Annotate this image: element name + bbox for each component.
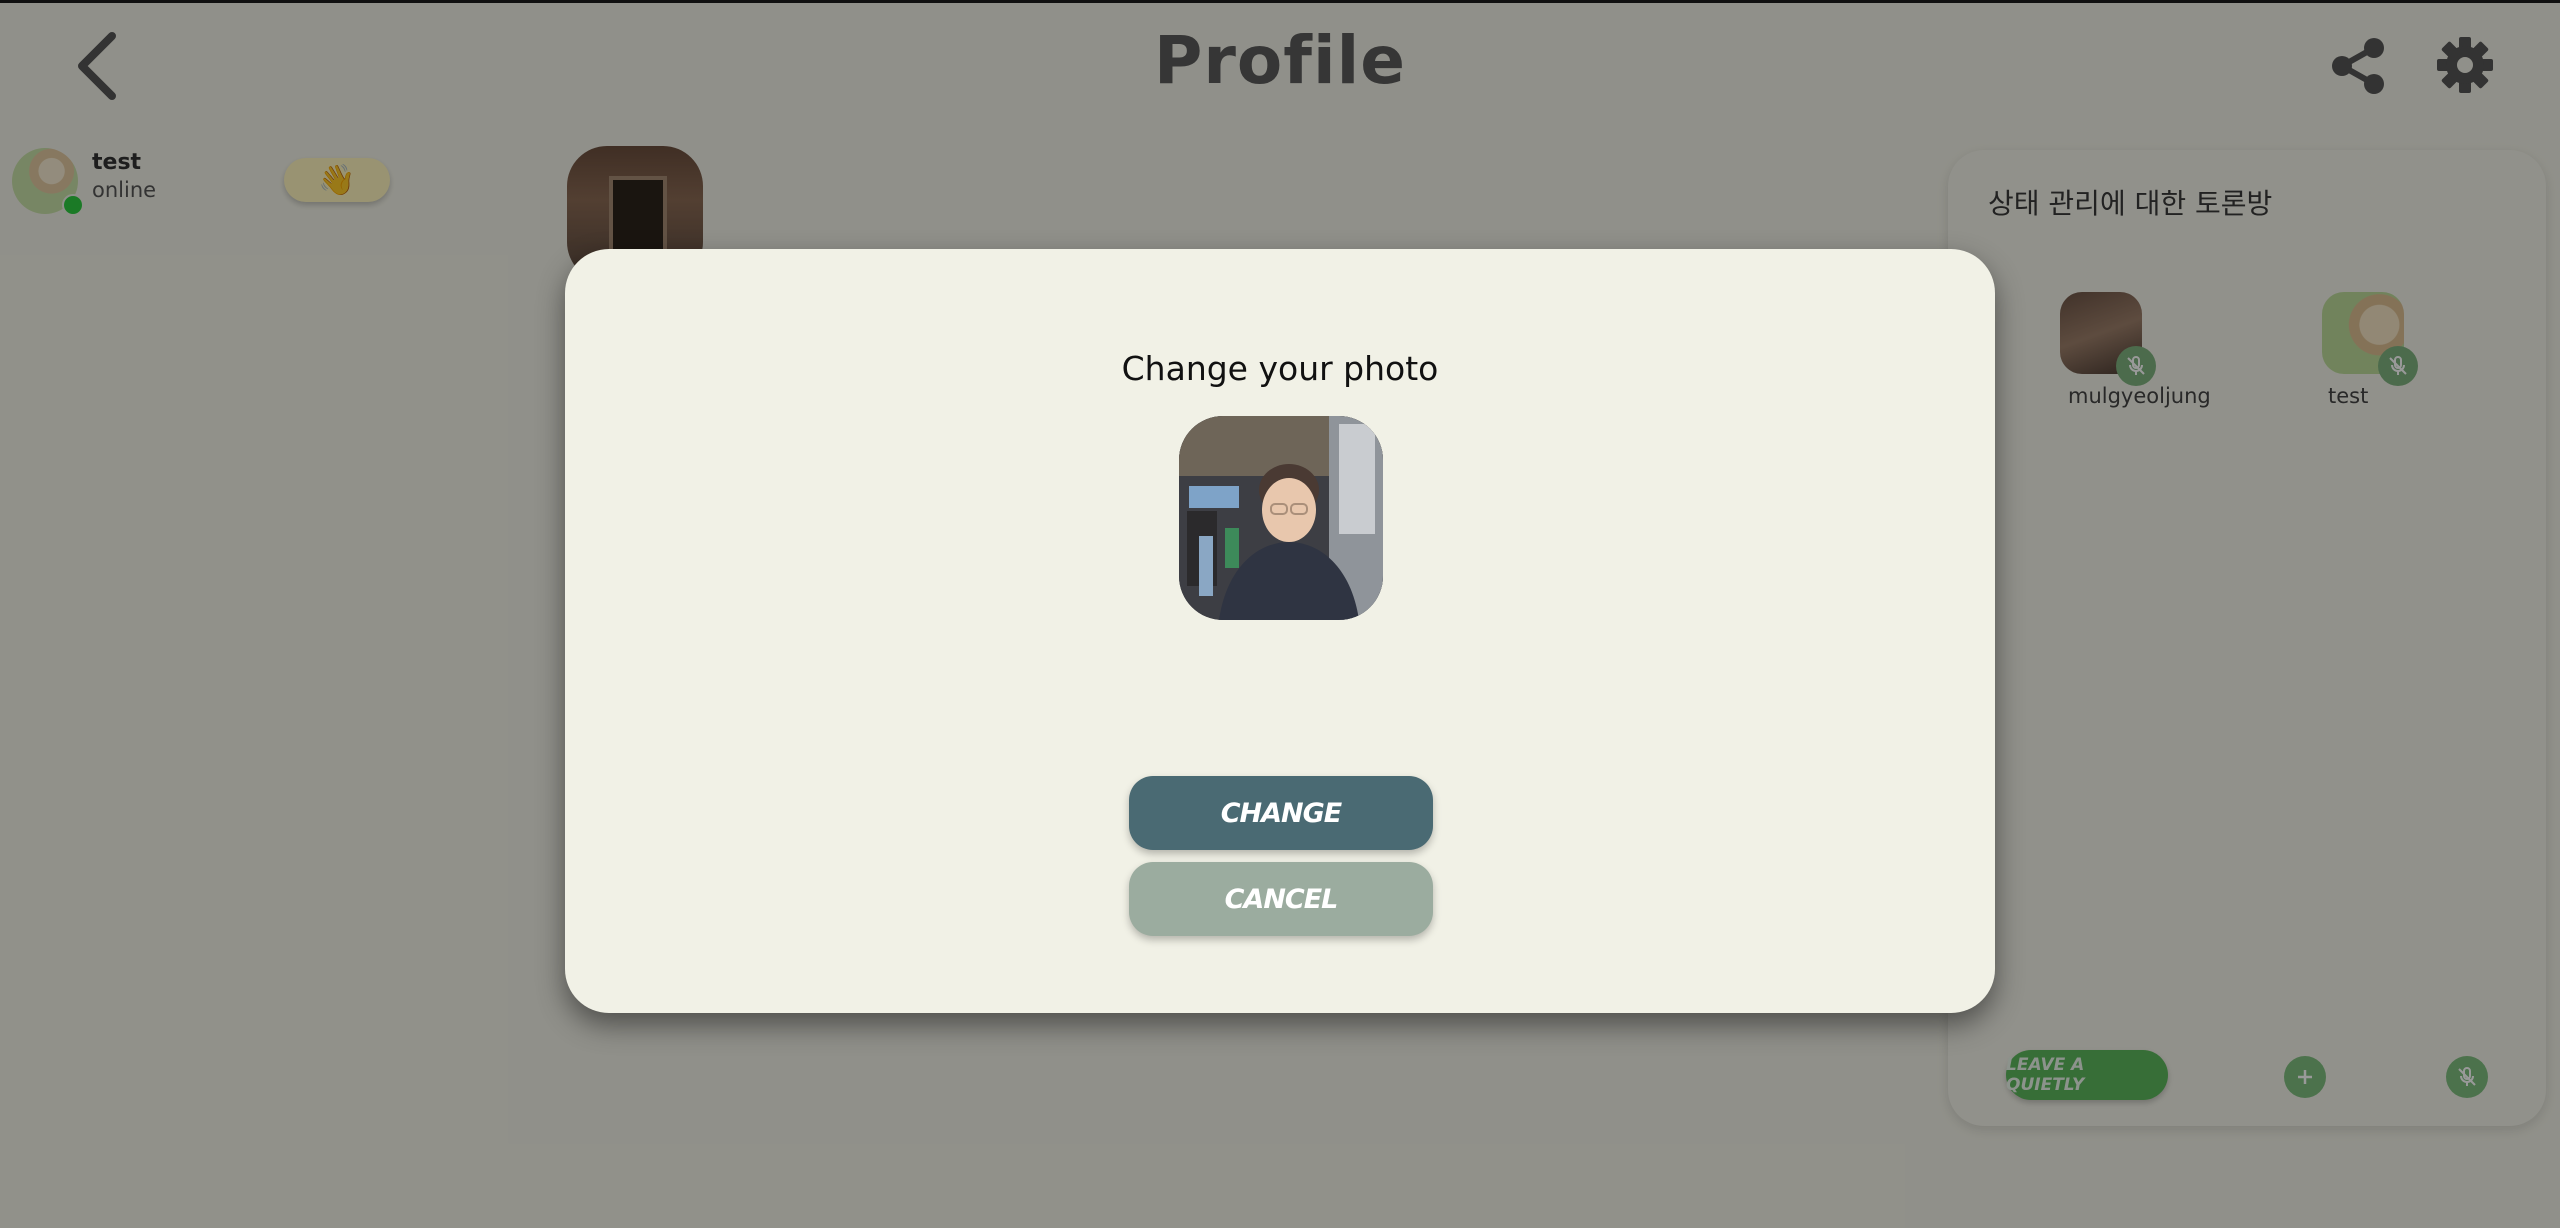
- cancel-button[interactable]: CANCEL: [1129, 862, 1433, 936]
- dialog-title: Change your photo: [1121, 349, 1439, 388]
- change-button[interactable]: CHANGE: [1129, 776, 1433, 850]
- change-photo-dialog: Change your photo CHANGE CANCEL: [565, 249, 1995, 1013]
- window-top-border: [0, 0, 2560, 3]
- profile-photo-image: [1179, 416, 1383, 620]
- photo-preview: [1179, 416, 1383, 620]
